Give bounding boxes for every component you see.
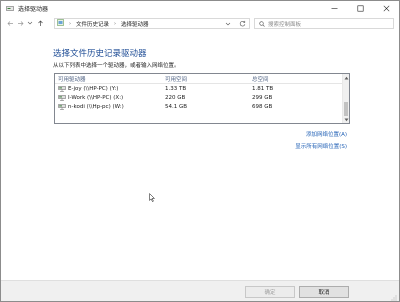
refresh-icon	[239, 20, 245, 27]
breadcrumb-separator: ›	[69, 20, 71, 27]
control-panel-icon	[57, 19, 64, 28]
caret-up-icon	[344, 76, 349, 79]
search-input[interactable]: 搜索控制面板	[254, 18, 394, 29]
breadcrumb-select-drive[interactable]: 选择驱动器	[121, 20, 149, 28]
caret-down-icon	[344, 118, 349, 121]
show-all-network-locations-link[interactable]: 显示所有网络位置(S)	[295, 142, 347, 150]
breadcrumb-file-history[interactable]: 文件历史记录	[76, 20, 109, 28]
list-scrollbar[interactable]	[342, 74, 349, 123]
dialog-footer: 确定 取消	[1, 280, 399, 301]
minimize-button[interactable]	[321, 1, 347, 15]
network-drive-icon	[58, 94, 66, 101]
ok-button[interactable]: 确定	[245, 286, 295, 298]
close-icon	[383, 5, 389, 11]
table-row[interactable]: E-joy (\\HP-PC) (Y:) 1.33 TB 1.81 TB	[55, 84, 349, 93]
drive-name: n-kodi (\\Hp-pc) (W:)	[68, 103, 124, 110]
drive-total-space: 698 GB	[252, 103, 273, 110]
column-header-total[interactable]: 总空间	[252, 75, 342, 83]
dialog-window: 选择驱动器 › 文件历史记录 › 选择驱动器 搜索控制面板 选择文件历史记录驱动…	[0, 0, 400, 302]
drive-name-cell: E-joy (\\HP-PC) (Y:)	[55, 86, 165, 92]
drive-name-cell: I-Work (\\HP-PC) (X:)	[55, 95, 165, 101]
scroll-up-button[interactable]	[343, 74, 350, 81]
resize-grip-icon[interactable]	[391, 295, 397, 301]
list-header: 可用驱动器 可用空间 总空间	[55, 74, 349, 84]
add-network-location-link[interactable]: 添加网络位置(A)	[306, 130, 347, 138]
column-header-drive[interactable]: 可用驱动器	[55, 75, 165, 83]
drive-name: I-Work (\\HP-PC) (X:)	[68, 94, 124, 101]
minimize-icon	[331, 7, 337, 9]
chevron-down-icon	[27, 21, 33, 25]
drive-free-space: 54.1 GB	[165, 103, 188, 110]
title-bar[interactable]: 选择驱动器	[1, 1, 399, 15]
drive-name-cell: n-kodi (\\Hp-pc) (W:)	[55, 104, 165, 110]
table-row[interactable]: n-kodi (\\Hp-pc) (W:) 54.1 GB 698 GB	[55, 102, 349, 111]
back-button[interactable]	[5, 18, 15, 28]
search-icon	[259, 20, 265, 27]
refresh-button[interactable]	[237, 19, 247, 28]
arrow-up-icon	[37, 20, 43, 26]
drive-total-space: 1.81 TB	[252, 85, 274, 92]
breadcrumb-separator: ›	[114, 20, 117, 27]
recent-locations-button[interactable]	[25, 18, 35, 28]
drive-list[interactable]: 可用驱动器 可用空间 总空间 E-joy (\\HP-PC) (Y:) 1.33…	[54, 73, 350, 124]
up-button[interactable]	[35, 18, 45, 28]
search-placeholder: 搜索控制面板	[268, 21, 302, 28]
network-drive-icon	[58, 85, 66, 92]
arrow-left-icon	[7, 20, 13, 26]
drive-free-space: 1.33 TB	[165, 85, 187, 92]
mouse-pointer-icon	[149, 193, 155, 202]
scroll-thumb[interactable]	[344, 102, 348, 116]
close-button[interactable]	[373, 1, 399, 15]
maximize-icon	[357, 5, 364, 12]
maximize-button[interactable]	[347, 1, 373, 15]
window-title: 选择驱动器	[18, 5, 49, 13]
network-drive-icon	[58, 103, 66, 110]
address-bar[interactable]: › 文件历史记录 › 选择驱动器	[54, 18, 250, 29]
cancel-button[interactable]: 取消	[299, 286, 349, 298]
window-controls	[321, 1, 399, 15]
drive-name: E-joy (\\HP-PC) (Y:)	[68, 85, 119, 92]
chevron-down-icon	[225, 22, 231, 25]
drive-total-space: 299 GB	[252, 94, 273, 101]
navigation-bar: › 文件历史记录 › 选择驱动器 搜索控制面板	[1, 16, 399, 30]
forward-button[interactable]	[15, 18, 25, 28]
table-row[interactable]: I-Work (\\HP-PC) (X:) 220 GB 299 GB	[55, 93, 349, 102]
drive-free-space: 220 GB	[165, 94, 186, 101]
arrow-right-icon	[17, 20, 23, 26]
scroll-down-button[interactable]	[343, 116, 350, 123]
address-dropdown-button[interactable]	[224, 19, 232, 28]
column-header-free[interactable]: 可用空间	[165, 75, 252, 83]
page-title: 选择文件历史记录驱动器	[53, 49, 147, 59]
drive-icon	[6, 5, 14, 12]
page-description: 从以下列表中选择一个驱动器，或者输入网络位置。	[53, 63, 180, 69]
